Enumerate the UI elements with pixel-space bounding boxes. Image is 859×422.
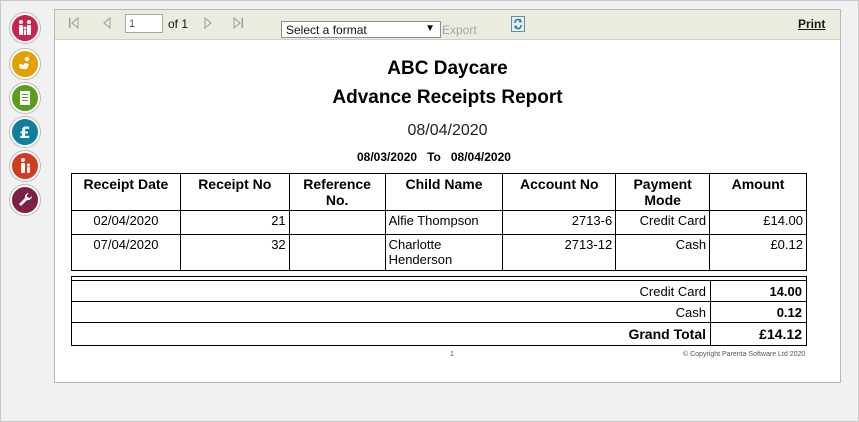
column-header: Payment Mode [615,173,711,211]
payment-mode-cell: Credit Card [615,210,711,235]
refresh-icon[interactable] [511,16,525,32]
page-count-label: of 1 [168,17,189,31]
page-number-input[interactable] [125,14,163,33]
document-icon[interactable] [10,83,40,113]
amount-cell: £0.12 [709,234,807,271]
range-to-label: To [427,150,441,164]
report-subtitle: Advance Receipts Report [332,87,563,108]
print-button[interactable]: Print [798,17,825,31]
last-page-icon[interactable] [232,17,244,29]
report-title: ABC Daycare [387,58,508,79]
table-header-row: Receipt Date Receipt No Reference No. Ch… [71,173,807,211]
previous-page-icon[interactable] [102,17,112,29]
date-range: 08/03/2020 To 08/04/2020 [357,150,511,164]
reference-no-cell [288,234,386,271]
report-date: 08/04/2020 [407,122,488,139]
parent-child-icon[interactable] [10,151,40,181]
subtotal-value: 0.12 [710,301,807,323]
pound-icon[interactable]: £ [10,117,40,147]
totals-table: Credit Card 14.00 Cash 0.12 Grand Total … [71,280,807,346]
child-name-cell: Alfie Thompson [384,210,504,235]
account-no-cell: 2713-12 [502,234,617,271]
chevron-down-icon: ▼ [425,23,435,34]
report-viewer: of 1 Select a format ▼ Export Print ABC … [54,9,841,383]
subtotal-label: Credit Card [71,280,711,302]
column-header: Child Name [384,173,504,211]
receipts-table: Receipt Date Receipt No Reference No. Ch… [71,173,807,271]
reference-no-cell [288,210,386,235]
column-header: Receipt Date [71,173,181,211]
next-page-icon[interactable] [203,17,213,29]
child-name-cell: Charlotte Henderson [384,234,504,271]
copyright-notice: © Copyright Parenta Software Ltd 2020 [683,351,806,358]
account-no-cell: 2713-6 [502,210,617,235]
child-play-icon[interactable] [10,49,40,79]
subtotal-label: Cash [71,301,711,323]
family-icon[interactable] [10,13,40,43]
table-row: 02/04/2020 21 Alfie Thompson 2713-6 Cred… [71,210,807,235]
first-page-icon[interactable] [68,17,80,29]
receipt-no-cell: 21 [179,210,290,235]
subtotal-row: Cash 0.12 [71,301,807,323]
grand-total-row: Grand Total £14.12 [71,322,807,346]
range-to: 08/04/2020 [450,150,511,164]
wrench-icon[interactable] [10,185,40,215]
receipt-date-cell: 07/04/2020 [71,234,181,271]
amount-cell: £14.00 [709,210,807,235]
table-row: 07/04/2020 32 Charlotte Henderson 2713-1… [71,234,807,271]
column-header: Account No [502,173,617,211]
receipt-date-cell: 02/04/2020 [71,210,181,235]
column-header: Amount [709,173,807,211]
range-from: 08/03/2020 [357,150,418,164]
subtotal-row: Credit Card 14.00 [71,280,807,302]
grand-total-label: Grand Total [71,322,711,346]
receipt-no-cell: 32 [179,234,290,271]
page-number: 1 [450,351,454,358]
payment-mode-cell: Cash [615,234,711,271]
column-header: Receipt No [179,173,290,211]
grand-total-value: £14.12 [710,322,807,346]
export-button[interactable]: Export [442,23,477,37]
app-sidebar: £ [1,1,51,421]
report-toolbar: of 1 Select a format ▼ Export Print [55,10,840,40]
export-format-value: Select a format [286,23,367,37]
column-header: Reference No. [288,173,386,211]
export-format-select[interactable]: Select a format ▼ [281,21,441,38]
svg-text:£: £ [19,123,30,142]
subtotal-value: 14.00 [710,280,807,302]
